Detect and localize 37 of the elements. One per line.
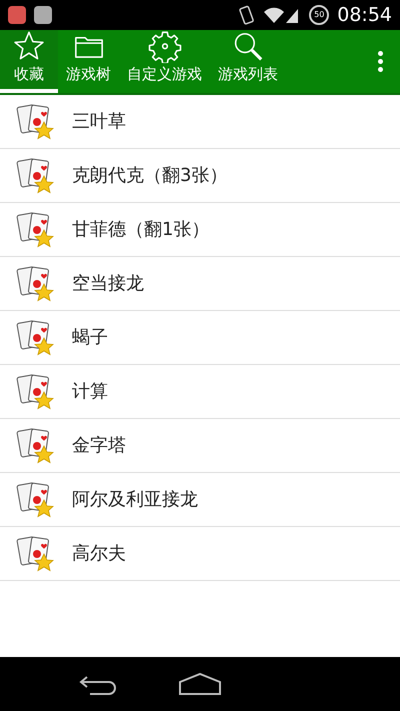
game-name: 三叶草 (72, 110, 126, 134)
tab[interactable]: 收藏 (0, 30, 58, 93)
phone-rotate-icon (239, 5, 256, 25)
playing-cards-icon (16, 534, 56, 574)
game-list-item[interactable]: 金字塔 (0, 419, 400, 473)
game-name: 高尔夫 (72, 542, 126, 566)
game-name: 计算 (72, 380, 108, 404)
tab[interactable]: 游戏列表 (210, 30, 286, 93)
game-name: 阿尔及利亚接龙 (72, 488, 198, 512)
game-list-item[interactable]: 蝎子 (0, 311, 400, 365)
notification-icon (8, 6, 26, 24)
game-name: 空当接龙 (72, 272, 144, 296)
playing-cards-icon (16, 426, 56, 466)
playing-cards-icon (16, 264, 56, 304)
game-list-item[interactable]: 克朗代克（翻3张） (0, 149, 400, 203)
home-icon[interactable] (178, 672, 222, 696)
playing-cards-icon (16, 372, 56, 412)
notification-icon (34, 6, 52, 24)
game-list-item[interactable]: 高尔夫 (0, 527, 400, 581)
game-list-item[interactable]: 三叶草 (0, 95, 400, 149)
game-list-item[interactable]: 空当接龙 (0, 257, 400, 311)
game-name: 甘菲德（翻1张） (72, 218, 210, 242)
game-list-item[interactable]: 阿尔及利亚接龙 (0, 473, 400, 527)
game-list-item[interactable]: 计算 (0, 365, 400, 419)
playing-cards-icon (16, 156, 56, 196)
tab[interactable]: 自定义游戏 (119, 30, 210, 93)
playing-cards-icon (16, 210, 56, 250)
playing-cards-icon (16, 318, 56, 358)
clock: 08:54 (337, 2, 392, 28)
game-name: 蝎子 (72, 326, 108, 350)
tab[interactable]: 游戏树 (58, 30, 119, 93)
game-list-item[interactable]: 甘菲德（翻1张） (0, 203, 400, 257)
playing-cards-icon (16, 480, 56, 520)
playing-cards-icon (16, 102, 56, 142)
game-name: 金字塔 (72, 434, 126, 458)
game-name: 克朗代克（翻3张） (72, 164, 228, 188)
battery-level: 50 (314, 11, 324, 19)
